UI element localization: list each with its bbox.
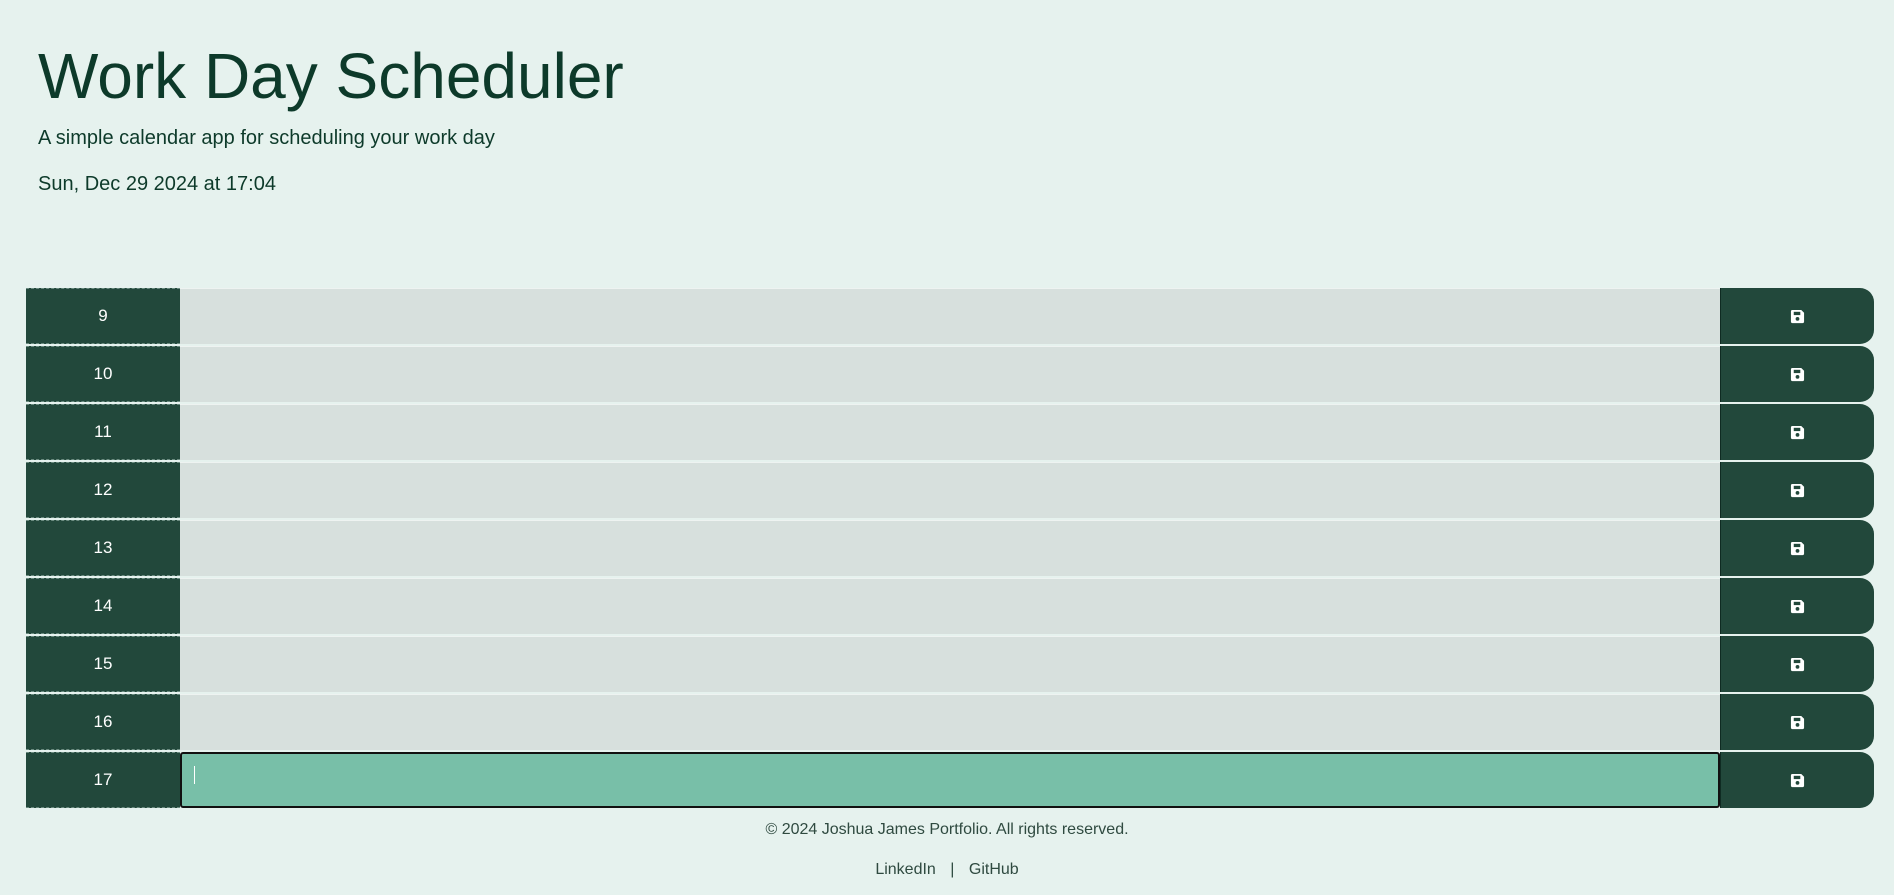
page-title: Work Day Scheduler	[38, 40, 624, 112]
time-block-row: 12	[26, 462, 1874, 518]
linkedin-link[interactable]: LinkedIn	[875, 861, 936, 878]
floppy-disk-icon	[1790, 541, 1805, 555]
github-link[interactable]: GitHub	[969, 861, 1019, 878]
save-button[interactable]	[1720, 636, 1874, 692]
time-block-row: 13	[26, 520, 1874, 576]
floppy-disk-icon	[1790, 367, 1805, 381]
task-input[interactable]	[180, 520, 1720, 576]
floppy-disk-icon	[1790, 309, 1805, 323]
hour-label: 9	[26, 288, 180, 344]
save-button[interactable]	[1720, 404, 1874, 460]
floppy-disk-icon	[1790, 425, 1805, 439]
time-block-row: 14	[26, 578, 1874, 634]
save-button[interactable]	[1720, 694, 1874, 750]
task-input[interactable]	[180, 636, 1720, 692]
task-input[interactable]	[180, 752, 1720, 808]
schedule-container: 9 10 11 12 13 14 15 16 17	[26, 288, 1874, 810]
link-separator: |	[950, 861, 955, 878]
save-button[interactable]	[1720, 462, 1874, 518]
page-subtitle: A simple calendar app for scheduling you…	[38, 127, 495, 149]
save-button[interactable]	[1720, 578, 1874, 634]
floppy-disk-icon	[1790, 483, 1805, 497]
floppy-disk-icon	[1790, 657, 1805, 671]
task-input[interactable]	[180, 578, 1720, 634]
copyright-text: © 2024 Joshua James Portfolio. All right…	[765, 821, 1129, 838]
time-block-row: 9	[26, 288, 1874, 344]
floppy-disk-icon	[1790, 599, 1805, 613]
time-block-row: 17	[26, 752, 1874, 808]
time-block-row: 16	[26, 694, 1874, 750]
time-block-row: 10	[26, 346, 1874, 402]
save-button[interactable]	[1720, 288, 1874, 344]
time-block-row: 15	[26, 636, 1874, 692]
save-button[interactable]	[1720, 752, 1874, 808]
floppy-disk-icon	[1790, 773, 1805, 787]
hour-label: 16	[26, 694, 180, 750]
current-datetime: Sun, Dec 29 2024 at 17:04	[38, 173, 276, 195]
hour-label: 17	[26, 752, 180, 808]
text-caret	[194, 766, 195, 784]
task-input[interactable]	[180, 288, 1720, 344]
footer-links: LinkedIn | GitHub	[0, 860, 1894, 880]
hour-label: 11	[26, 404, 180, 460]
task-input[interactable]	[180, 462, 1720, 518]
hour-label: 12	[26, 462, 180, 518]
save-button[interactable]	[1720, 346, 1874, 402]
save-button[interactable]	[1720, 520, 1874, 576]
hour-label: 10	[26, 346, 180, 402]
time-block-row: 11	[26, 404, 1874, 460]
hour-label: 13	[26, 520, 180, 576]
floppy-disk-icon	[1790, 715, 1805, 729]
hour-label: 14	[26, 578, 180, 634]
page-footer: © 2024 Joshua James Portfolio. All right…	[0, 820, 1894, 878]
task-input[interactable]	[180, 694, 1720, 750]
task-input[interactable]	[180, 346, 1720, 402]
hour-label: 15	[26, 636, 180, 692]
task-input[interactable]	[180, 404, 1720, 460]
